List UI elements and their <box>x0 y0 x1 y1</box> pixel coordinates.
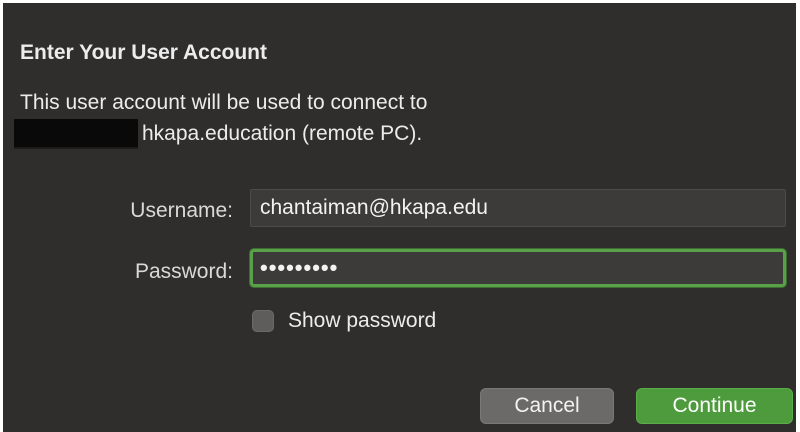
show-password-toggle[interactable]: Show password <box>252 306 436 336</box>
dialog-description-line2-row: hkapa.education (remote PC). <box>14 119 422 149</box>
cancel-button[interactable]: Cancel <box>480 388 614 424</box>
redacted-text-block <box>14 119 138 149</box>
username-field[interactable] <box>250 189 786 227</box>
dialog-description-line1: This user account will be used to connec… <box>20 91 428 114</box>
dialog-title: Enter Your User Account <box>20 41 267 64</box>
username-label: Username: <box>130 199 233 222</box>
user-account-dialog: Enter Your User Account This user accoun… <box>3 3 796 432</box>
password-field[interactable] <box>250 249 786 287</box>
show-password-checkbox[interactable] <box>252 310 274 332</box>
password-label: Password: <box>134 260 233 283</box>
continue-button[interactable]: Continue <box>636 388 793 424</box>
dialog-description-line2: hkapa.education (remote PC). <box>142 122 423 145</box>
show-password-label: Show password <box>288 309 437 332</box>
